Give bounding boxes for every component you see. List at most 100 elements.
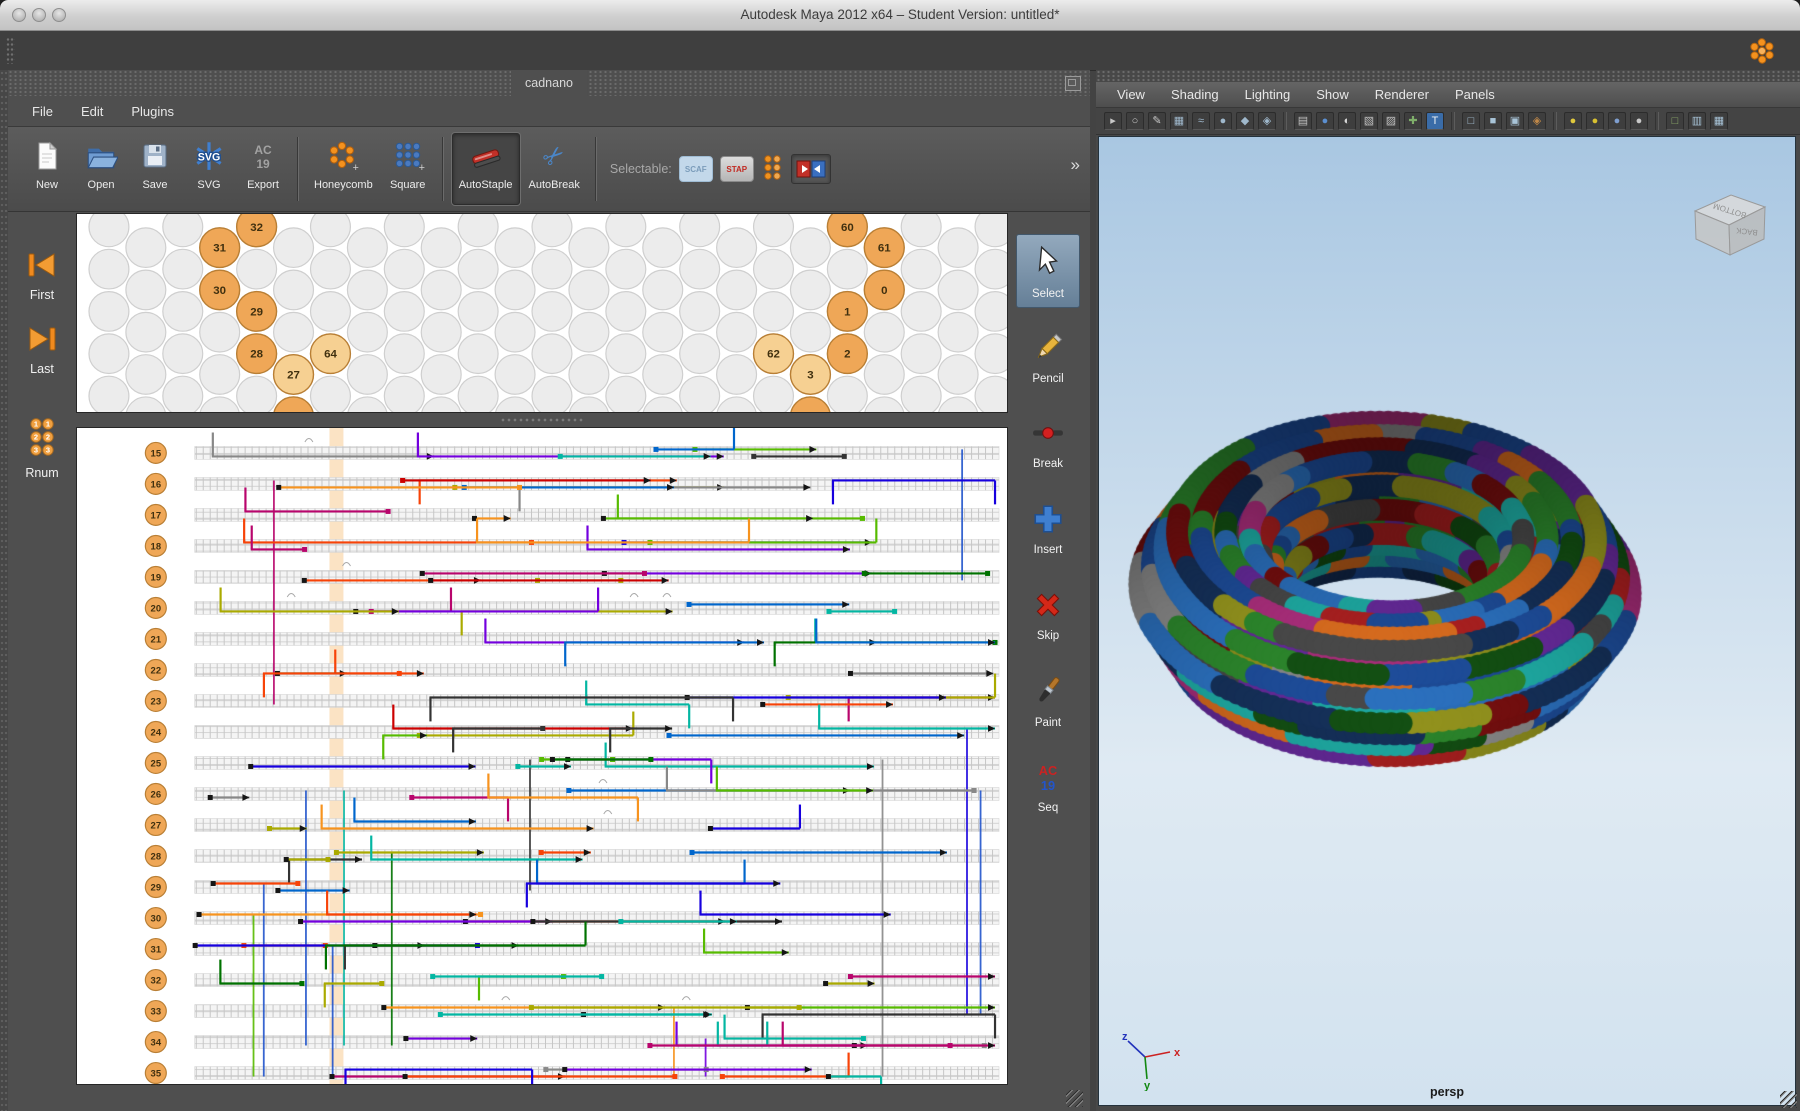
- panel-float-icon[interactable]: [1065, 76, 1081, 91]
- cadnano-menu-file[interactable]: File: [18, 100, 67, 123]
- save-button[interactable]: Save: [129, 133, 181, 205]
- rnum-button[interactable]: 112233Rnum: [25, 416, 58, 480]
- textured-cube-icon[interactable]: ▣: [1506, 112, 1524, 130]
- dna-origami-torus-model[interactable]: [1099, 137, 1796, 1106]
- path-row-30[interactable]: 30: [145, 908, 166, 929]
- texture-view-icon[interactable]: T: [1426, 112, 1444, 130]
- xray-icon[interactable]: ▥: [1688, 112, 1706, 130]
- last-button[interactable]: Last: [24, 324, 60, 376]
- path-view[interactable]: 1516171819202122232425262728293031323334…: [76, 427, 1008, 1085]
- paint-tool-button[interactable]: Paint: [1016, 664, 1080, 738]
- helix-circle-30[interactable]: 30: [200, 270, 240, 310]
- hypershade-icon[interactable]: ▨: [1382, 112, 1400, 130]
- helix-circle-28[interactable]: 28: [237, 334, 277, 374]
- honeycomb-button[interactable]: +Honeycomb: [307, 133, 380, 205]
- scaf-stap-swap-button[interactable]: [791, 154, 831, 184]
- selection-dots-icon[interactable]: [761, 153, 784, 186]
- wireframe-cube-icon[interactable]: □: [1462, 112, 1480, 130]
- render-view-icon[interactable]: ●: [1316, 112, 1334, 130]
- helix-circle-1[interactable]: 1: [827, 292, 867, 332]
- window-resize-grip[interactable]: [1780, 1091, 1797, 1108]
- snap-curve-icon[interactable]: ≈: [1192, 112, 1210, 130]
- export-button[interactable]: AC19Export: [237, 133, 289, 205]
- path-row-33[interactable]: 33: [145, 1001, 166, 1022]
- path-row-17[interactable]: 17: [145, 504, 166, 525]
- helix-circle-4[interactable]: 4: [790, 397, 830, 412]
- snap-plane-icon[interactable]: ◆: [1236, 112, 1254, 130]
- path-row-32[interactable]: 32: [145, 970, 166, 991]
- dock-drag-handle[interactable]: [0, 70, 8, 1111]
- path-row-26[interactable]: 26: [145, 784, 166, 805]
- all-lights-icon[interactable]: ●: [1586, 112, 1604, 130]
- path-row-27[interactable]: 27: [145, 815, 166, 836]
- path-row-22[interactable]: 22: [145, 659, 166, 680]
- slice-view[interactable]: 323130292827642660610126234: [76, 213, 1008, 413]
- shaded-cube-icon[interactable]: ■: [1484, 112, 1502, 130]
- cadnano-menu-plugins[interactable]: Plugins: [117, 100, 188, 123]
- path-row-19[interactable]: 19: [145, 566, 166, 587]
- skip-tool-button[interactable]: Skip: [1016, 578, 1080, 652]
- toolbar-drag-handle[interactable]: [6, 37, 15, 64]
- path-row-18[interactable]: 18: [145, 535, 166, 556]
- helix-circle-61[interactable]: 61: [864, 228, 904, 268]
- viewport-menu-shading[interactable]: Shading: [1158, 84, 1232, 105]
- helix-circle-60[interactable]: 60: [827, 214, 867, 247]
- path-row-23[interactable]: 23: [145, 690, 166, 711]
- perspective-viewport[interactable]: BOTTOMBACK zxy persp: [1098, 136, 1796, 1106]
- open-button[interactable]: Open: [75, 133, 127, 205]
- isolate-select-icon[interactable]: □: [1666, 112, 1684, 130]
- window-titlebar[interactable]: Autodesk Maya 2012 x64 – Student Version…: [0, 0, 1800, 31]
- path-row-25[interactable]: 25: [145, 753, 166, 774]
- helix-circle-2[interactable]: 2: [827, 334, 867, 374]
- cadnano-logo-icon[interactable]: [1746, 35, 1778, 67]
- tool-arrow-icon[interactable]: ▸: [1104, 112, 1122, 130]
- viewport-menu-renderer[interactable]: Renderer: [1362, 84, 1442, 105]
- panel-resize-grip[interactable]: [1066, 1090, 1083, 1107]
- viewport-menu-view[interactable]: View: [1104, 84, 1158, 105]
- paint-select-icon[interactable]: ✎: [1148, 112, 1166, 130]
- helix-circle-62[interactable]: 62: [754, 334, 794, 374]
- seq-tool-button[interactable]: AC19Seq: [1016, 750, 1080, 824]
- helix-circle-3[interactable]: 3: [790, 355, 830, 395]
- shadows-icon[interactable]: ●: [1608, 112, 1626, 130]
- helix-circle-29[interactable]: 29: [237, 292, 277, 332]
- autobreak-button[interactable]: ✂AutoBreak: [522, 133, 587, 205]
- ipr-render-icon[interactable]: ◐: [1338, 112, 1356, 130]
- helix-circle-26[interactable]: 26: [274, 397, 314, 412]
- new-button[interactable]: New: [21, 133, 73, 205]
- path-row-15[interactable]: 15: [145, 442, 166, 463]
- helix-circle-27[interactable]: 27: [274, 355, 314, 395]
- pencil-tool-button[interactable]: Pencil: [1016, 320, 1080, 394]
- insert-tool-button[interactable]: Insert: [1016, 492, 1080, 566]
- path-row-20[interactable]: 20: [145, 597, 166, 618]
- view-splitter[interactable]: [76, 413, 1008, 427]
- multi-color-icon[interactable]: ◈: [1528, 112, 1546, 130]
- viewport-menu-show[interactable]: Show: [1303, 84, 1362, 105]
- snap-grid-icon[interactable]: ▦: [1170, 112, 1188, 130]
- helix-circle-64[interactable]: 64: [310, 334, 350, 374]
- viewport-drag-handle[interactable]: [1096, 70, 1800, 82]
- autostaple-button[interactable]: AutoStaple: [452, 133, 520, 205]
- snap-point-icon[interactable]: ●: [1214, 112, 1232, 130]
- lasso-select-icon[interactable]: ○: [1126, 112, 1144, 130]
- viewport-menu-lighting[interactable]: Lighting: [1232, 84, 1304, 105]
- path-row-31[interactable]: 31: [145, 939, 166, 960]
- break-tool-button[interactable]: Break: [1016, 406, 1080, 480]
- first-button[interactable]: First: [24, 250, 60, 302]
- scaf-toggle[interactable]: SCAF: [679, 156, 713, 182]
- path-row-34[interactable]: 34: [145, 1032, 166, 1053]
- grease-pencil-icon[interactable]: ▦: [1710, 112, 1728, 130]
- construction-history-icon[interactable]: ▤: [1294, 112, 1312, 130]
- view-cube[interactable]: BOTTOMBACK: [1675, 181, 1775, 265]
- path-row-28[interactable]: 28: [145, 846, 166, 867]
- helix-circle-31[interactable]: 31: [200, 228, 240, 268]
- paint-effects-icon[interactable]: ✚: [1404, 112, 1422, 130]
- make-live-icon[interactable]: ◈: [1258, 112, 1276, 130]
- default-light-icon[interactable]: ●: [1564, 112, 1582, 130]
- splitter-grip-icon[interactable]: [500, 417, 584, 423]
- square-button[interactable]: +Square: [382, 133, 434, 205]
- path-row-16[interactable]: 16: [145, 473, 166, 494]
- path-row-21[interactable]: 21: [145, 628, 166, 649]
- path-row-35[interactable]: 35: [145, 1063, 166, 1084]
- toolbar-overflow-button[interactable]: »: [1071, 155, 1080, 175]
